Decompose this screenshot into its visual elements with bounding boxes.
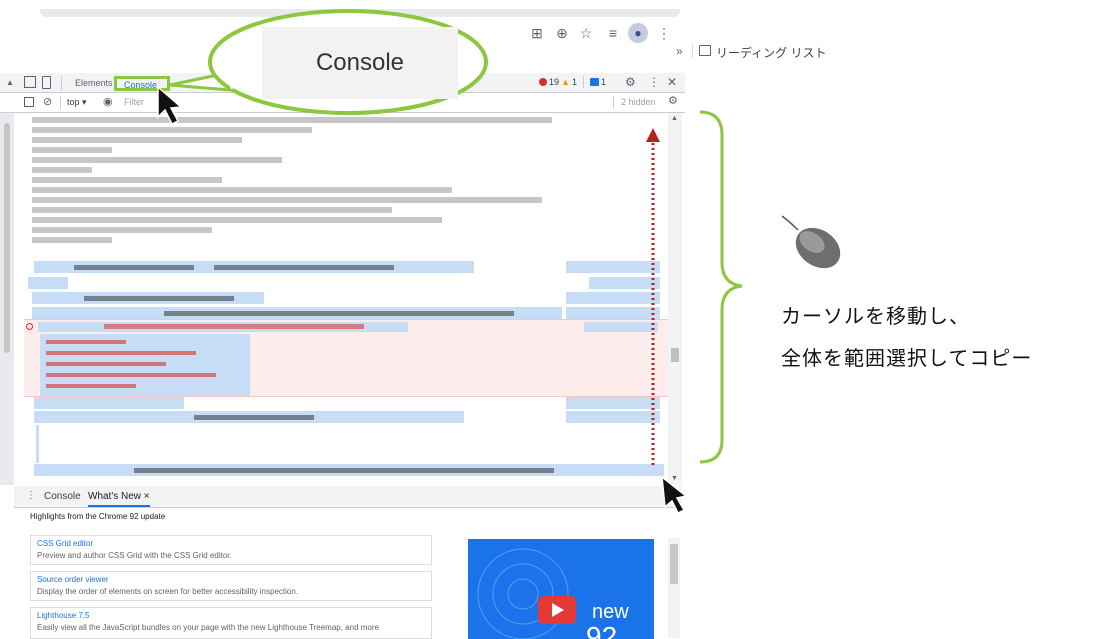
mouse-icon — [781, 215, 841, 269]
annotation-line-2: 全体を範囲選択してコピー — [781, 346, 1033, 370]
range-bracket — [699, 110, 743, 464]
cursor-top-icon — [157, 85, 183, 126]
annotation-line-1: カーソルを移動し、 — [781, 304, 970, 328]
drag-path-arrowhead — [646, 128, 660, 142]
callout-label: Console — [315, 49, 405, 76]
cursor-bottom-icon — [661, 475, 688, 515]
